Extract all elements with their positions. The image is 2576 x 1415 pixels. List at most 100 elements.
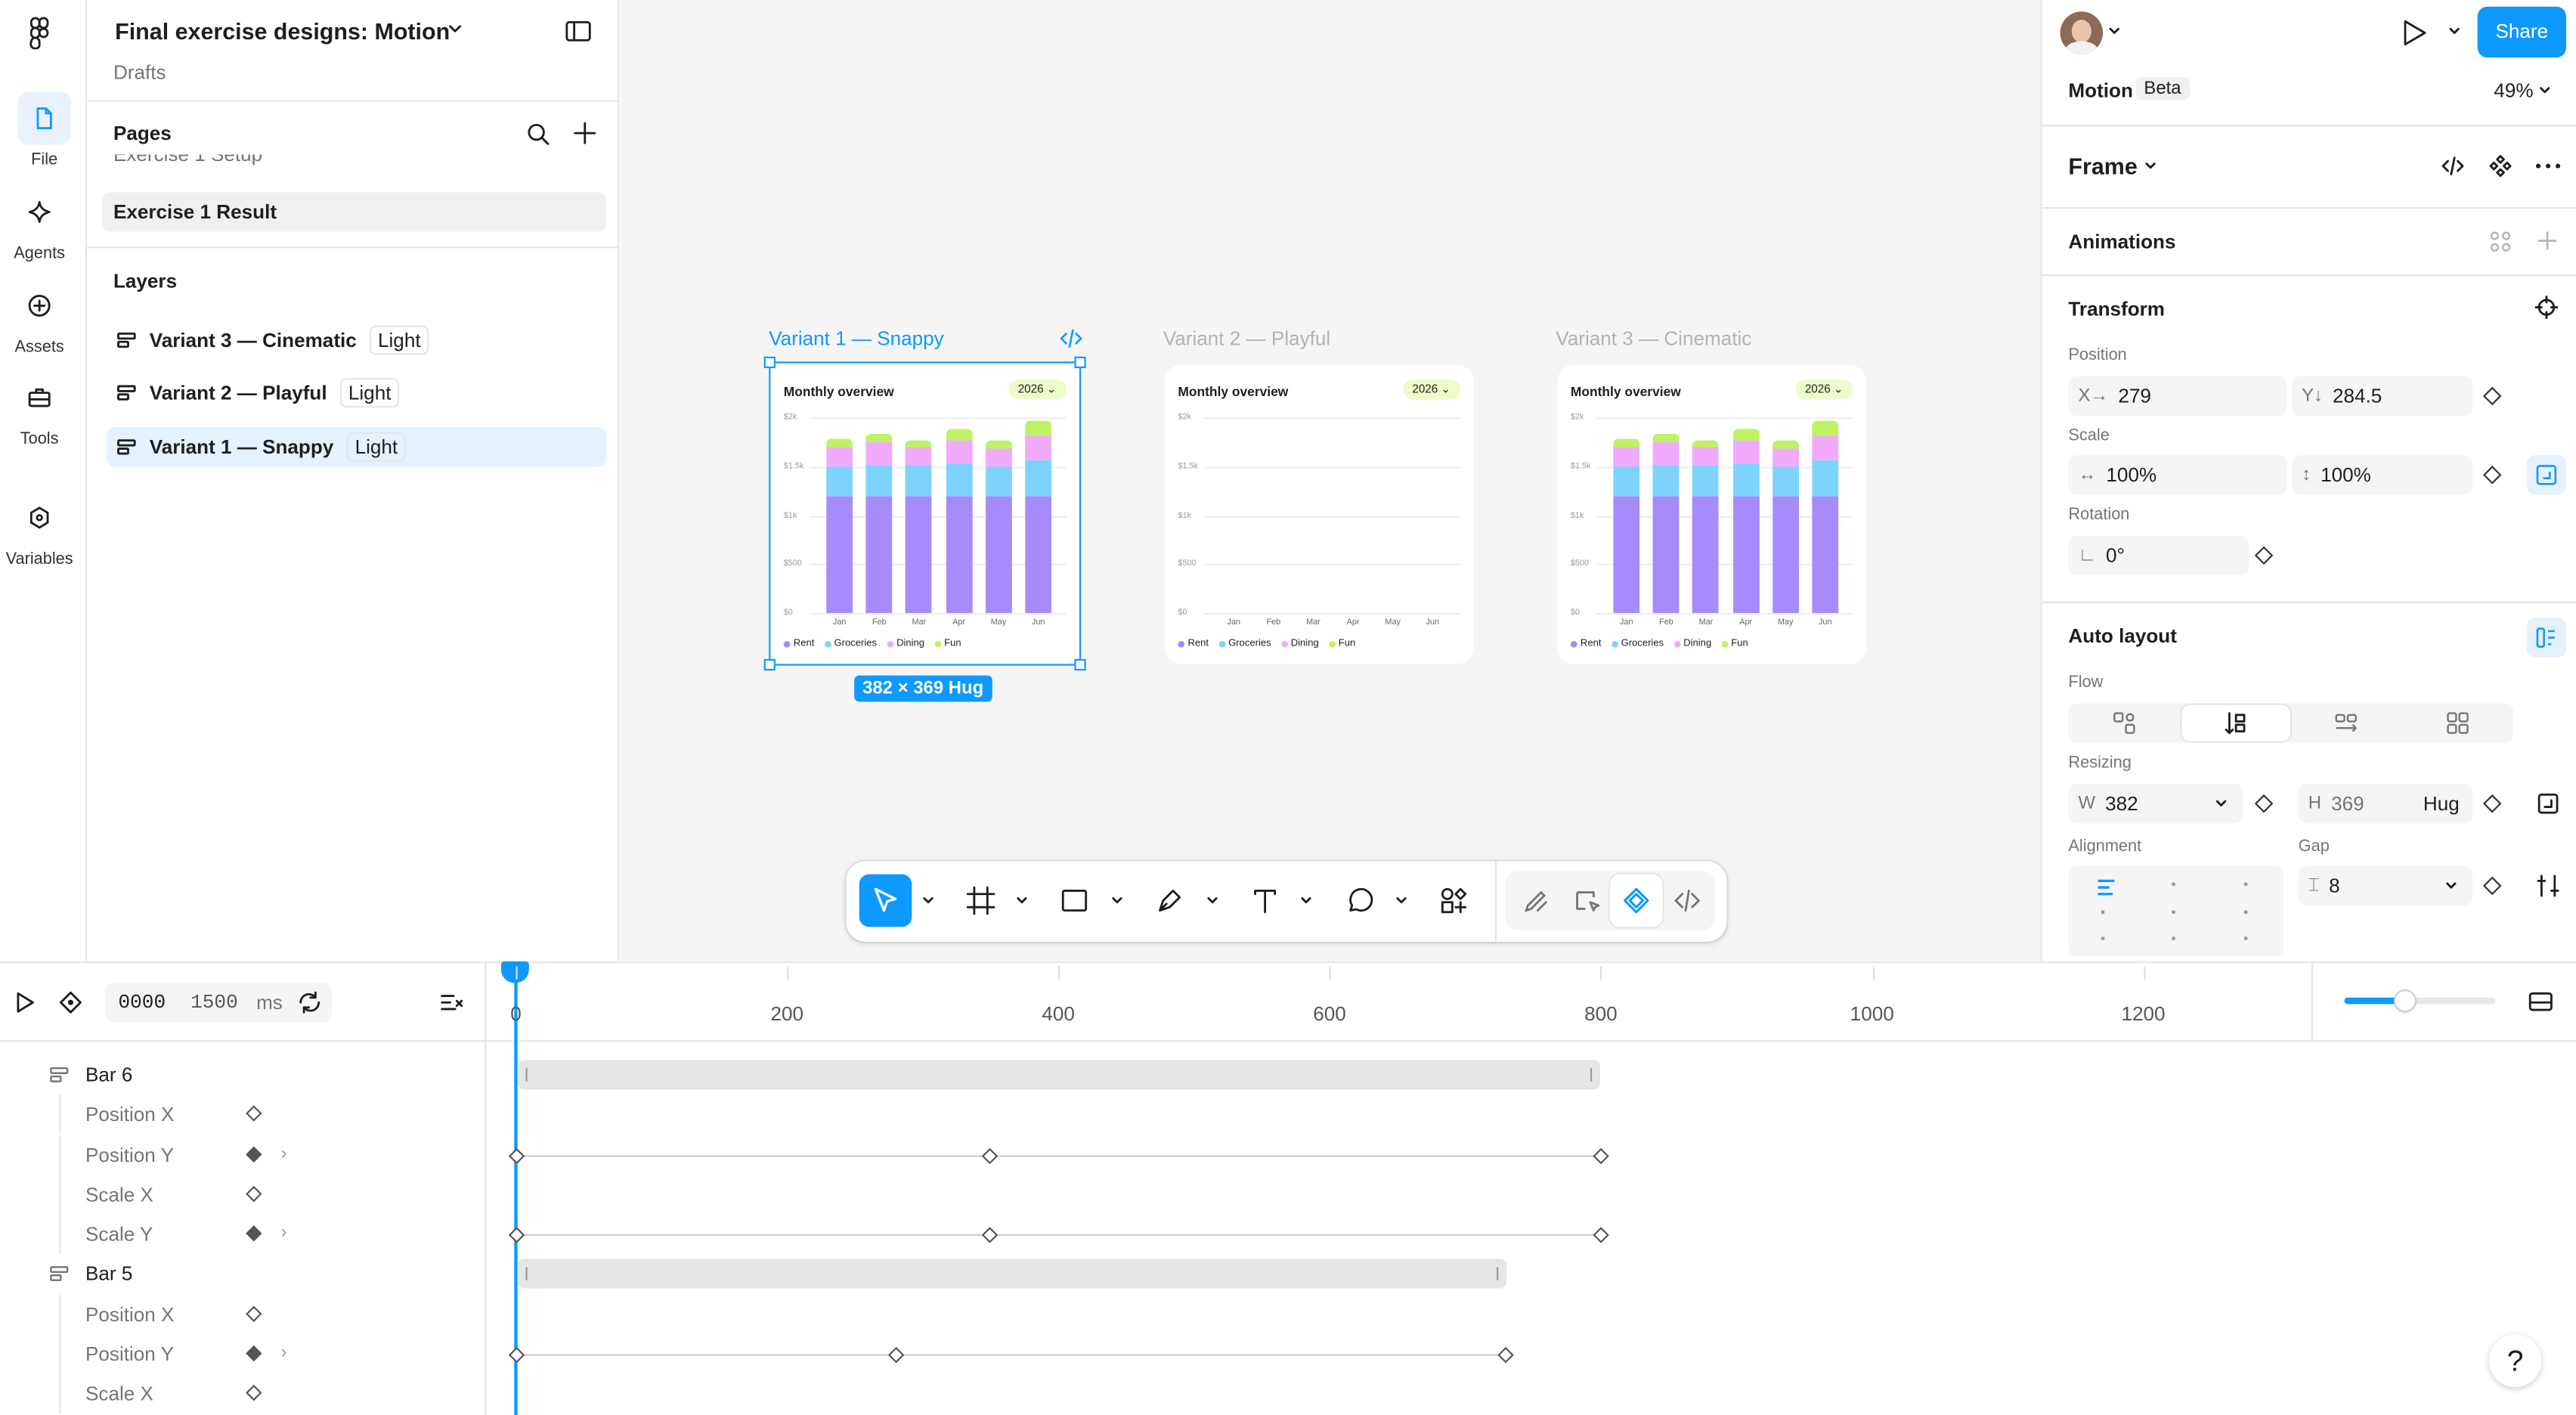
align-dot[interactable] (2101, 910, 2105, 914)
frame-title[interactable]: Frame (2068, 153, 2137, 179)
bar-segment-dining[interactable] (1652, 442, 1680, 465)
filter-list-icon[interactable] (440, 991, 463, 1014)
align-dot[interactable] (2172, 910, 2175, 914)
bar-segment-rent[interactable] (1652, 495, 1680, 613)
end-time[interactable]: 1500 (190, 991, 238, 1014)
h-value[interactable]: 369 (2331, 792, 2364, 815)
chevron-down-icon[interactable] (1396, 897, 1407, 904)
bar-segment-dining[interactable] (1772, 448, 1799, 466)
year-dropdown[interactable]: 2026 ⌄ (1402, 379, 1461, 400)
align-top-left-icon[interactable] (2096, 878, 2116, 897)
track-duration-bar[interactable] (517, 1259, 1506, 1289)
frame-label-variant-2[interactable]: Variant 2 — Playful (1163, 327, 1330, 350)
search-icon[interactable] (526, 122, 551, 147)
nav-variables[interactable]: Variables (0, 491, 79, 568)
bar-segment-dining[interactable] (1692, 447, 1720, 466)
add-animation-icon[interactable] (2537, 230, 2558, 251)
scale-y-value[interactable]: 100% (2321, 463, 2371, 486)
align-dot[interactable] (2244, 937, 2248, 940)
y-value[interactable]: 284.5 (2333, 385, 2382, 407)
bar-segment-fun[interactable] (1613, 438, 1640, 447)
chevron-down-icon[interactable] (1112, 897, 1122, 904)
nav-agents[interactable]: Agents (0, 186, 79, 263)
bar-segment-groceries[interactable] (1772, 466, 1799, 496)
bar-segment-groceries[interactable] (1732, 463, 1759, 496)
align-dot[interactable] (2172, 937, 2175, 940)
chevron-down-icon[interactable] (1017, 897, 1027, 904)
pen-icon[interactable] (1144, 875, 1197, 927)
bar-segment-rent[interactable] (1692, 495, 1720, 613)
play-icon[interactable] (2402, 18, 2429, 48)
settings-sliders-icon[interactable] (2537, 875, 2559, 897)
year-dropdown[interactable]: 2026 ⌄ (1794, 379, 1853, 400)
track-group-name[interactable]: Bar 6 (85, 1064, 132, 1086)
chart-card-variant-2[interactable]: Monthly overview 2026 ⌄ $0 $500 $1k $1.5k $2k J… (1165, 364, 1474, 664)
chevron-right-icon[interactable]: › (281, 1223, 287, 1243)
avatar[interactable] (2060, 11, 2104, 54)
w-value[interactable]: 382 (2105, 792, 2138, 815)
component-icon[interactable] (2489, 154, 2512, 178)
start-time[interactable]: 0000 (118, 991, 166, 1014)
chevron-down-icon[interactable] (2446, 882, 2457, 890)
frame-icon[interactable] (955, 875, 1008, 927)
nav-tools[interactable]: Tools (0, 371, 79, 449)
comment-icon[interactable] (1334, 875, 1387, 927)
bar-segment-dining[interactable] (1812, 435, 1839, 461)
layer-variant-3[interactable]: Variant 3 — Cinematic Light (107, 320, 606, 360)
grid-flow-icon[interactable] (2446, 711, 2469, 734)
bar-segment-fun[interactable] (1732, 429, 1759, 441)
h-mode[interactable]: Hug (2423, 792, 2460, 815)
bar-segment-fun[interactable] (1772, 441, 1799, 449)
chevron-right-icon[interactable]: › (281, 1342, 287, 1362)
zoom-level[interactable]: 49% (2494, 79, 2533, 101)
align-dot[interactable] (2244, 910, 2248, 914)
resize-handle[interactable] (1074, 658, 1086, 671)
play-icon[interactable] (15, 991, 36, 1014)
crosshair-icon[interactable] (2534, 296, 2559, 319)
bar-segment-groceries[interactable] (1652, 464, 1680, 496)
dev-icon[interactable] (1561, 875, 1614, 927)
chevron-down-icon[interactable] (2145, 163, 2156, 169)
more-icon[interactable] (2535, 163, 2562, 169)
code-icon[interactable] (1661, 875, 1714, 927)
rotation-value[interactable]: 0° (2106, 544, 2125, 567)
add-keyframe-icon[interactable] (59, 991, 82, 1014)
constrain-proportions-icon[interactable] (2526, 455, 2567, 495)
chevron-down-icon[interactable] (1207, 897, 1218, 904)
share-button[interactable]: Share (2477, 6, 2567, 58)
horizontal-flow-icon[interactable] (2335, 711, 2358, 734)
height-field[interactable]: H 369 Hug (2298, 784, 2473, 824)
chevron-down-icon[interactable] (2216, 800, 2227, 807)
chevron-down-icon[interactable] (1301, 897, 1311, 904)
align-dot[interactable] (2244, 882, 2248, 886)
bar-segment-rent[interactable] (1772, 495, 1799, 613)
nav-file[interactable]: File (5, 91, 84, 169)
code-icon[interactable] (1060, 329, 1083, 348)
layer-variant-1[interactable]: Variant 1 — Snappy Light (107, 427, 607, 467)
bar-segment-dining[interactable] (1613, 447, 1640, 466)
bar-segment-rent[interactable] (1812, 495, 1839, 613)
chevron-down-icon[interactable] (2109, 27, 2119, 35)
collapse-panel-icon[interactable] (2528, 991, 2553, 1012)
position-y-field[interactable]: Y↓ 284.5 (2292, 376, 2473, 416)
position-x-field[interactable]: X→ 279 (2068, 376, 2287, 416)
rotation-field[interactable]: ∟ 0° (2068, 535, 2249, 575)
file-title[interactable]: Final exercise designs: Motion (115, 18, 450, 45)
chevron-down-icon[interactable] (923, 897, 933, 904)
actions-icon[interactable] (1428, 875, 1481, 927)
loop-icon[interactable] (297, 991, 322, 1014)
bar-segment-dining[interactable] (1732, 441, 1759, 463)
bar-segment-groceries[interactable] (1613, 466, 1640, 496)
resize-handle[interactable] (1074, 356, 1086, 369)
page-item-exercise-1-result[interactable]: Exercise 1 Result (101, 192, 607, 232)
frame-label-variant-1[interactable]: Variant 1 — Snappy (769, 327, 944, 350)
track-group-name[interactable]: Bar 5 (85, 1262, 132, 1285)
align-dot[interactable] (2101, 937, 2105, 940)
bar-segment-fun[interactable] (1652, 434, 1680, 443)
chevron-right-icon[interactable]: › (281, 1144, 287, 1163)
draw-icon[interactable] (1509, 875, 1562, 927)
chart-card-variant-3[interactable]: Monthly overview 2026 ⌄ $0 $500 $1k $1.5k $2k J… (1557, 364, 1867, 664)
figma-logo-icon[interactable] (25, 17, 54, 50)
freeform-icon[interactable] (2113, 711, 2135, 734)
nav-assets[interactable]: Assets (0, 280, 79, 357)
